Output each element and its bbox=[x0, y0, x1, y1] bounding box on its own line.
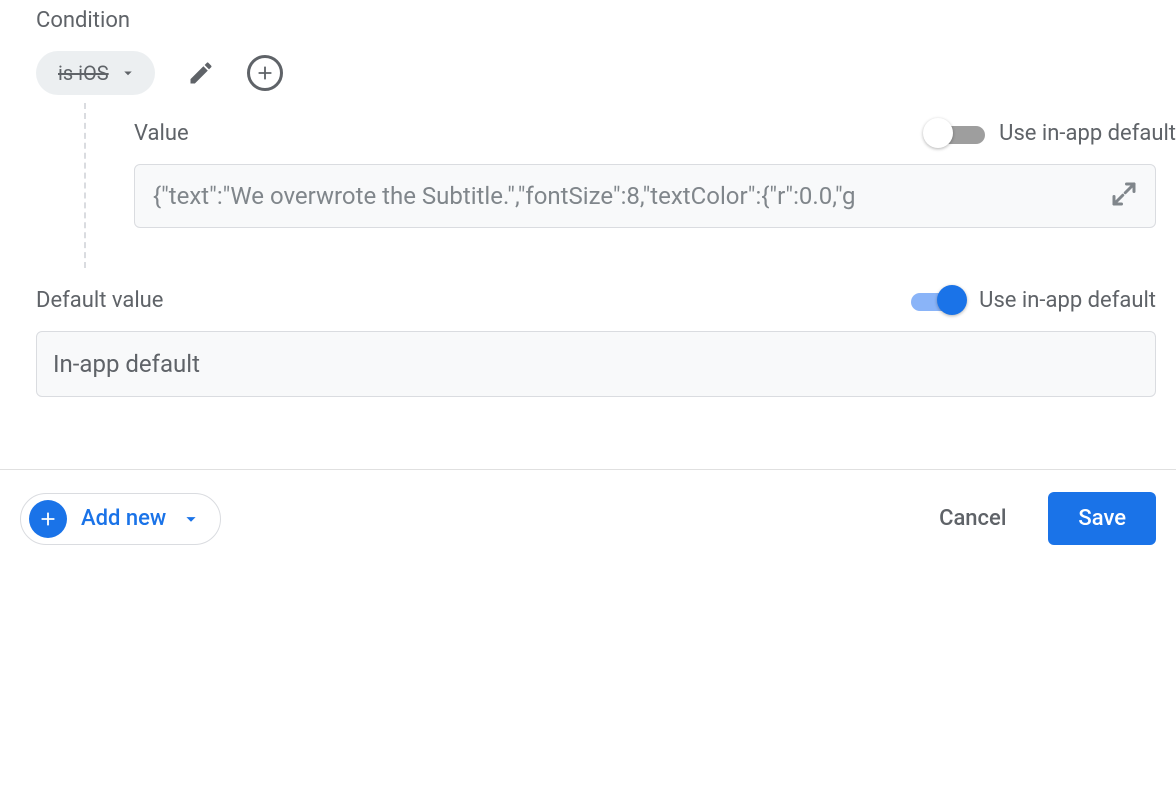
expand-icon bbox=[1109, 179, 1139, 209]
default-value-label: Default value bbox=[36, 288, 163, 313]
value-label: Value bbox=[134, 121, 189, 146]
save-button[interactable]: Save bbox=[1048, 492, 1156, 545]
add-new-label: Add new bbox=[81, 506, 166, 531]
condition-chip-label: is iOS bbox=[58, 61, 109, 85]
condition-label: Condition bbox=[36, 8, 1176, 33]
expand-value-button[interactable] bbox=[1109, 179, 1139, 213]
add-condition-button[interactable] bbox=[247, 55, 283, 91]
default-use-default-label: Use in-app default bbox=[979, 288, 1156, 313]
edit-condition-button[interactable] bbox=[183, 55, 219, 91]
value-use-default-toggle[interactable] bbox=[925, 122, 985, 146]
default-value-text: In-app default bbox=[53, 350, 200, 378]
value-use-default-label: Use in-app default bbox=[999, 121, 1176, 146]
chevron-down-icon bbox=[180, 508, 202, 530]
chevron-down-icon bbox=[119, 64, 137, 82]
plus-icon bbox=[254, 62, 276, 84]
condition-chip[interactable]: is iOS bbox=[36, 51, 155, 95]
add-new-plus-circle bbox=[29, 500, 67, 538]
default-use-default-toggle[interactable] bbox=[905, 289, 965, 313]
plus-icon bbox=[37, 508, 59, 530]
add-new-button[interactable]: Add new bbox=[20, 493, 221, 545]
cancel-button[interactable]: Cancel bbox=[927, 496, 1018, 541]
pencil-icon bbox=[187, 59, 215, 87]
value-input[interactable] bbox=[151, 181, 1097, 211]
default-value-input[interactable]: In-app default bbox=[36, 331, 1156, 397]
